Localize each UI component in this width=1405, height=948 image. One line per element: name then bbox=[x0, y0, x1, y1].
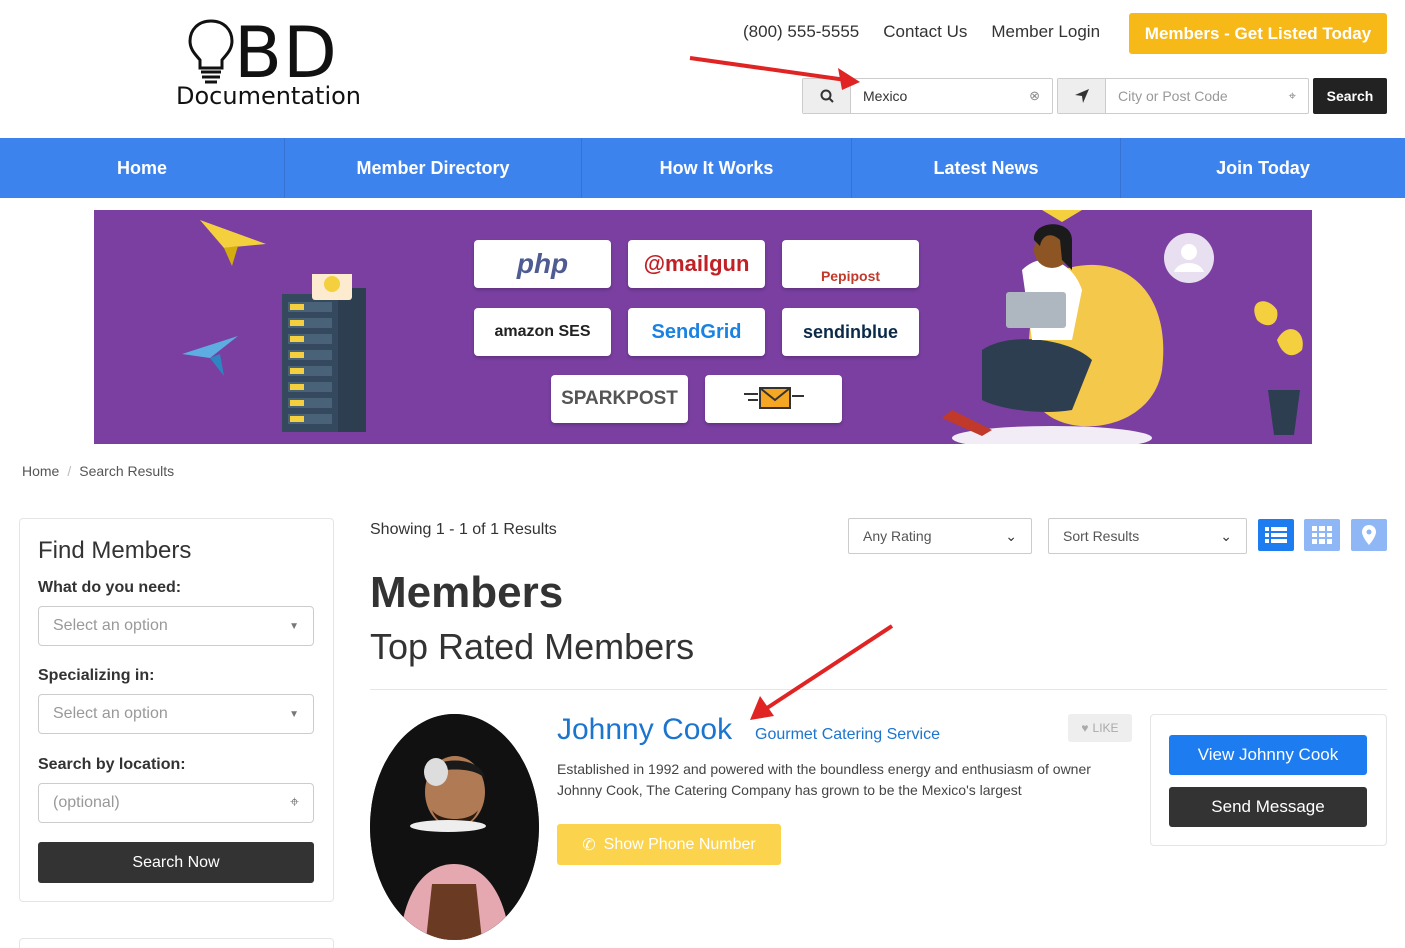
grid-icon bbox=[1312, 526, 1332, 544]
need-placeholder: Select an option bbox=[53, 617, 168, 634]
list-icon bbox=[1265, 527, 1287, 543]
show-phone-button[interactable]: ✆ Show Phone Number bbox=[557, 824, 781, 865]
site-logo[interactable]: BD Documentation bbox=[176, 16, 376, 111]
spec-label: Specializing in: bbox=[38, 667, 155, 684]
caret-down-icon: ▼ bbox=[289, 620, 299, 632]
crosshair-icon[interactable]: ⌖ bbox=[290, 794, 299, 812]
main-nav: Home Member Directory How It Works Lates… bbox=[0, 138, 1405, 198]
contact-link[interactable]: Contact Us bbox=[883, 21, 967, 43]
spec-select[interactable]: Select an option ▼ bbox=[38, 694, 314, 734]
rating-filter[interactable]: Any Rating ⌄ bbox=[848, 518, 1032, 554]
lightbulb-icon bbox=[188, 19, 234, 84]
phone-icon: ✆ bbox=[582, 836, 596, 854]
nav-home[interactable]: Home bbox=[0, 138, 285, 198]
page: BD Documentation (800) 555-5555 Contact … bbox=[0, 0, 1405, 948]
header-links: (800) 555-5555 Contact Us Member Login bbox=[743, 21, 1100, 43]
send-message-button[interactable]: Send Message bbox=[1169, 787, 1367, 827]
breadcrumb-current: Search Results bbox=[79, 463, 175, 479]
mailgun-logo: @mailgun bbox=[628, 240, 765, 288]
member-photo[interactable] bbox=[370, 714, 539, 940]
location-input[interactable]: City or Post Code ⌖ bbox=[1106, 79, 1308, 113]
page-title: Members bbox=[370, 568, 564, 617]
heart-icon: ♥ bbox=[1081, 721, 1089, 735]
location-arrow-icon[interactable] bbox=[1058, 79, 1106, 113]
paper-plane-icon bbox=[182, 336, 238, 376]
nav-join-today[interactable]: Join Today bbox=[1121, 138, 1405, 198]
member-photo-illustration bbox=[370, 714, 539, 940]
sendinblue-logo: sendinblue bbox=[782, 308, 919, 356]
list-view-button[interactable] bbox=[1258, 519, 1294, 551]
spec-placeholder: Select an option bbox=[53, 705, 168, 722]
find-members-panel: Find Members What do you need: Select an… bbox=[19, 518, 334, 902]
crosshair-icon[interactable]: ⌖ bbox=[1289, 88, 1296, 104]
clear-icon[interactable]: ⊗ bbox=[1029, 88, 1040, 104]
need-label: What do you need: bbox=[38, 579, 182, 596]
paper-plane-icon bbox=[200, 220, 266, 266]
member-name-link[interactable]: Johnny Cook bbox=[557, 713, 732, 747]
section-subtitle: Top Rated Members bbox=[370, 626, 695, 667]
amazon-ses-logo: amazon SES bbox=[474, 308, 611, 356]
sort-value: Sort Results bbox=[1063, 528, 1140, 544]
grid-view-button[interactable] bbox=[1304, 519, 1340, 551]
panel-title: Find Members bbox=[38, 537, 192, 564]
sidebar-panel-secondary bbox=[19, 938, 334, 948]
hero-banner: php @mailgun Pepipost amazon SES SendGri… bbox=[94, 210, 1312, 444]
logo-text: BD bbox=[234, 12, 338, 94]
envelope-icon bbox=[705, 375, 842, 423]
keyword-value: Mexico bbox=[863, 88, 908, 104]
divider bbox=[370, 689, 1387, 690]
person-illustration bbox=[942, 210, 1303, 444]
need-select[interactable]: Select an option ▼ bbox=[38, 606, 314, 646]
server-rack-icon bbox=[282, 274, 366, 432]
keyword-search: Mexico ⊗ bbox=[802, 78, 1053, 114]
member-actions: View Johnny Cook Send Message bbox=[1150, 714, 1387, 846]
pepipost-logo: Pepipost bbox=[782, 240, 919, 288]
member-category-link[interactable]: Gourmet Catering Service bbox=[755, 726, 940, 744]
sendgrid-logo: SendGrid bbox=[628, 308, 765, 356]
chevron-down-icon: ⌄ bbox=[1220, 527, 1232, 544]
search-button[interactable]: Search bbox=[1313, 78, 1387, 114]
rating-filter-value: Any Rating bbox=[863, 528, 932, 544]
location-placeholder: City or Post Code bbox=[1118, 88, 1228, 104]
chevron-down-icon: ⌄ bbox=[1005, 527, 1017, 544]
sparkpost-logo: SPARKPOST bbox=[551, 375, 688, 423]
phone-link[interactable]: (800) 555-5555 bbox=[743, 21, 859, 43]
results-count: Showing 1 - 1 of 1 Results bbox=[370, 521, 557, 538]
location-label: Search by location: bbox=[38, 756, 186, 773]
like-button[interactable]: ♥ LIKE bbox=[1068, 714, 1132, 742]
logo-subtitle: Documentation bbox=[176, 82, 362, 110]
map-view-button[interactable] bbox=[1351, 519, 1387, 551]
show-phone-label: Show Phone Number bbox=[603, 835, 756, 853]
map-pin-icon bbox=[1362, 525, 1376, 545]
breadcrumb-home[interactable]: Home bbox=[22, 463, 59, 479]
search-now-button[interactable]: Search Now bbox=[38, 842, 314, 883]
nav-how-it-works[interactable]: How It Works bbox=[582, 138, 852, 198]
location-search: City or Post Code ⌖ bbox=[1057, 78, 1309, 114]
login-link[interactable]: Member Login bbox=[991, 21, 1100, 43]
breadcrumb: Home / Search Results bbox=[22, 463, 174, 479]
location-field[interactable]: (optional) ⌖ bbox=[38, 783, 314, 823]
nav-latest-news[interactable]: Latest News bbox=[852, 138, 1121, 198]
member-description: Established in 1992 and powered with the… bbox=[557, 761, 1091, 798]
search-icon bbox=[803, 79, 851, 113]
php-logo: php bbox=[474, 240, 611, 288]
sort-select[interactable]: Sort Results ⌄ bbox=[1048, 518, 1247, 554]
keyword-input[interactable]: Mexico ⊗ bbox=[851, 79, 1052, 113]
annotation-arrow bbox=[750, 624, 894, 720]
location-field-placeholder: (optional) bbox=[53, 794, 120, 811]
view-member-button[interactable]: View Johnny Cook bbox=[1169, 735, 1367, 775]
nav-member-directory[interactable]: Member Directory bbox=[285, 138, 582, 198]
caret-down-icon: ▼ bbox=[289, 708, 299, 720]
like-label: LIKE bbox=[1092, 721, 1119, 735]
breadcrumb-separator: / bbox=[67, 463, 72, 479]
get-listed-button[interactable]: Members - Get Listed Today bbox=[1129, 13, 1387, 54]
